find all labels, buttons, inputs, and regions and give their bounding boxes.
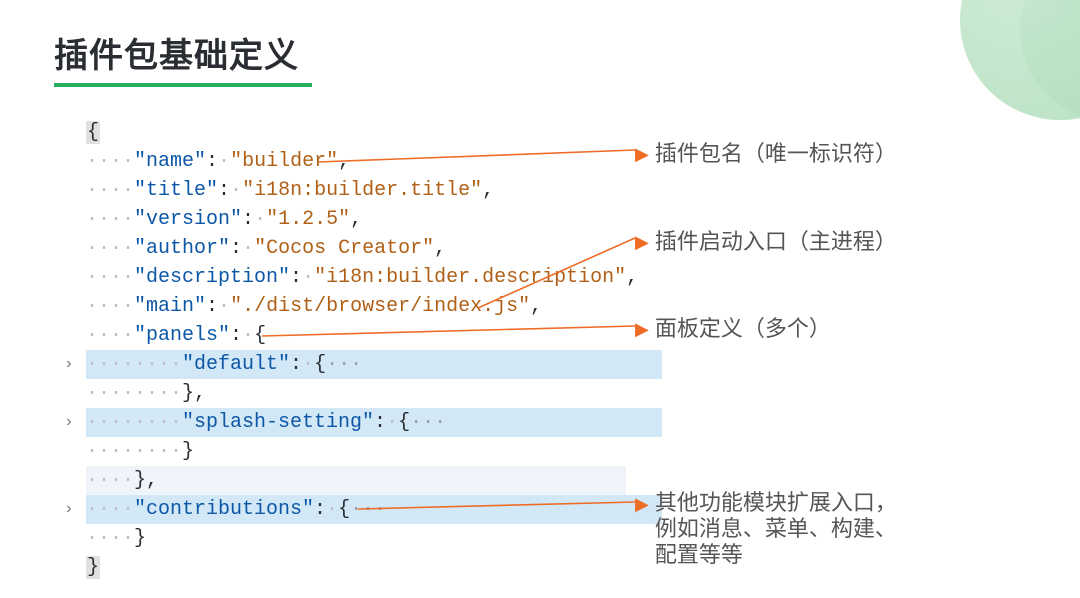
code-line-open: { [86,118,662,147]
title-block: 插件包基础定义 [54,28,312,87]
arrow-right-icon: ▶ [635,233,649,251]
decor-circle-front [960,0,1080,120]
code-line-title: ····"title":·"i18n:builder.title", [86,176,662,205]
code-line-main: ····"main":·"./dist/browser/index.js", [86,292,662,321]
fold-chevron-icon[interactable]: › [64,495,74,524]
page-title: 插件包基础定义 [54,28,312,77]
code-line-author: ····"author":·"Cocos Creator", [86,234,662,263]
code-line-panels-close: ····}, [86,466,662,495]
code-line-contributions: ›····"contributions":·{··· [86,495,662,524]
annotation-name: ▶ 插件包名（唯一标识符） [635,141,897,167]
code-line-splash-close: ········} [86,437,662,466]
code-line-panels: ····"panels":·{ [86,321,662,350]
code-line-name: ····"name":·"builder", [86,147,662,176]
annotation-main: ▶ 插件启动入口（主进程） [635,229,897,255]
arrow-right-icon: ▶ [635,320,649,338]
code-block: { ····"name":·"builder", ····"title":·"i… [86,118,662,582]
code-line-description: ····"description":·"i18n:builder.descrip… [86,263,662,292]
title-underline [54,83,312,87]
annotation-panels: ▶ 面板定义（多个） [635,316,831,342]
annotation-contributions: ▶ 其他功能模块扩展入口， 例如消息、菜单、构建、 配置等等 [635,490,897,568]
code-line-version: ····"version":·"1.2.5", [86,205,662,234]
fold-chevron-icon[interactable]: › [64,350,74,379]
arrow-right-icon: ▶ [635,145,649,163]
code-line-default-close: ········}, [86,379,662,408]
code-line-splash: ›········"splash-setting":·{··· [86,408,662,437]
fold-chevron-icon[interactable]: › [64,408,74,437]
code-line-default: ›········"default":·{··· [86,350,662,379]
code-line-close: } [86,553,662,582]
code-line-contributions-close: ····} [86,524,662,553]
arrow-right-icon: ▶ [635,495,649,568]
